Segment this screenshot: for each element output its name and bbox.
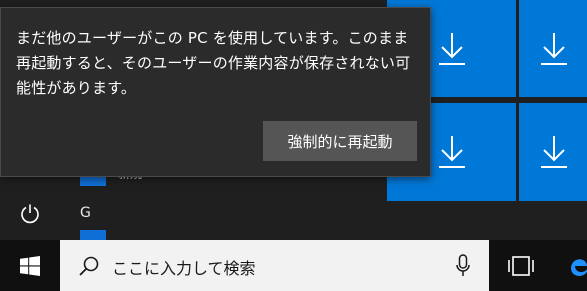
- power-icon: [21, 204, 39, 224]
- force-restart-button[interactable]: 強制的に再起動: [263, 121, 417, 161]
- search-placeholder: ここに入力して検索: [112, 259, 256, 278]
- windows-logo-icon: [20, 255, 40, 276]
- tile-download-2[interactable]: [519, 0, 587, 97]
- tile-download-4[interactable]: [519, 103, 587, 201]
- restart-warning-dialog: まだ他のユーザーがこの PC を使用しています。このまま再起動すると、そのユーザ…: [0, 7, 431, 177]
- power-button[interactable]: [17, 201, 43, 227]
- download-arrow-icon: [541, 136, 567, 168]
- section-header-g[interactable]: G: [80, 205, 91, 221]
- download-arrow-icon: [438, 32, 465, 65]
- search-icon: [79, 256, 99, 276]
- microphone-icon[interactable]: [455, 254, 471, 278]
- app-icon: [80, 230, 106, 240]
- search-input[interactable]: ここに入力して検索: [60, 240, 489, 291]
- edge-icon[interactable]: [567, 252, 587, 280]
- start-menu: 新規 G: [0, 0, 587, 240]
- download-arrow-icon: [541, 32, 567, 65]
- warning-message: まだ他のユーザーがこの PC を使用しています。このまま再起動すると、そのユーザ…: [16, 29, 411, 97]
- start-button[interactable]: [0, 240, 60, 291]
- download-arrow-icon: [438, 136, 465, 168]
- taskbar: ここに入力して検索: [0, 240, 587, 291]
- list-item[interactable]: [80, 230, 118, 240]
- task-view-icon[interactable]: [508, 254, 534, 278]
